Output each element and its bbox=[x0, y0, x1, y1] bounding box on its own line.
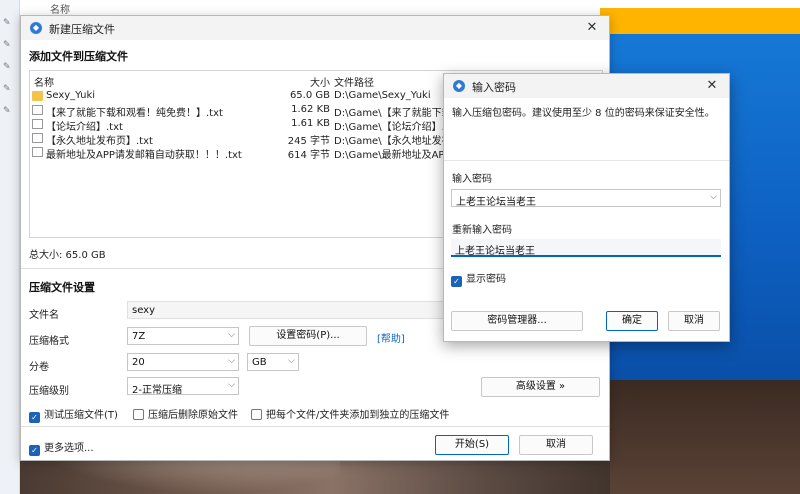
explorer-column-name: 名称 bbox=[50, 5, 70, 16]
settings-heading: 压缩文件设置 bbox=[29, 281, 95, 294]
checkbox-unchecked-icon bbox=[133, 409, 144, 420]
file-icon bbox=[32, 105, 43, 115]
checkbox-checked-icon: ✓ bbox=[29, 412, 40, 423]
folder-icon bbox=[32, 91, 43, 101]
background-window-edge bbox=[265, 0, 800, 8]
column-header-size[interactable]: 大小 bbox=[310, 74, 330, 89]
pin-icon: ✎ bbox=[3, 18, 11, 28]
password-input[interactable]: 上老王论坛当老王 ⌵ bbox=[451, 189, 721, 208]
checkbox-checked-icon: ✓ bbox=[29, 445, 40, 456]
checkbox-unchecked-icon bbox=[251, 409, 262, 420]
close-icon[interactable]: ✕ bbox=[581, 18, 603, 38]
window-title: 新建压缩文件 bbox=[49, 23, 115, 36]
set-password-button[interactable]: 设置密码(P)... bbox=[249, 326, 367, 346]
more-options-label: 更多选项... bbox=[44, 443, 94, 454]
column-header-path[interactable]: 文件路径 bbox=[334, 74, 374, 89]
filename-input[interactable]: sexy bbox=[127, 301, 445, 319]
cancel-button[interactable]: 取消 bbox=[519, 435, 593, 455]
explorer-side-panel: ✎ ✎ ✎ ✎ ✎ bbox=[0, 0, 20, 494]
column-header-name[interactable]: 名称 bbox=[34, 74, 54, 89]
chevron-down-icon: ⌵ bbox=[228, 356, 235, 366]
dialog-cancel-button[interactable]: 取消 bbox=[668, 311, 720, 331]
volume-unit: GB bbox=[252, 357, 267, 368]
confirm-password-label: 重新输入密码 bbox=[452, 225, 512, 236]
test-archive-label: 测试压缩文件(T) bbox=[44, 410, 118, 421]
show-password-checkbox[interactable]: ✓ 显示密码 bbox=[451, 270, 506, 287]
ok-button[interactable]: 确定 bbox=[606, 311, 658, 331]
volume-size-select[interactable]: 20 ⌵ bbox=[127, 353, 239, 371]
format-select[interactable]: 7Z ⌵ bbox=[127, 327, 239, 345]
dialog-title: 输入密码 bbox=[472, 81, 516, 94]
volume-unit-select[interactable]: GB ⌵ bbox=[247, 353, 299, 371]
separate-archives-checkbox[interactable]: 把每个文件/文件夹添加到独立的压缩文件 bbox=[251, 406, 449, 421]
file-name: Sexy_Yuki bbox=[46, 90, 96, 101]
file-icon bbox=[32, 133, 43, 143]
add-files-heading: 添加文件到压缩文件 bbox=[29, 50, 128, 63]
file-size: 1.61 KB bbox=[291, 118, 330, 129]
background-yellow-bar bbox=[600, 8, 800, 34]
volume-label: 分卷 bbox=[29, 362, 49, 373]
pin-icon: ✎ bbox=[3, 40, 11, 50]
pin-icon: ✎ bbox=[3, 106, 11, 116]
password-manager-button[interactable]: 密码管理器... bbox=[451, 311, 583, 331]
separate-archives-label: 把每个文件/文件夹添加到独立的压缩文件 bbox=[266, 410, 450, 421]
volume-value: 20 bbox=[132, 357, 145, 368]
chevron-down-icon: ⌵ bbox=[710, 192, 717, 202]
main-titlebar: ◆ 新建压缩文件 ✕ bbox=[21, 16, 609, 40]
file-icon bbox=[32, 119, 43, 129]
confirm-password-input[interactable]: 上老王论坛当老王 bbox=[451, 239, 721, 257]
password-description: 输入压缩包密码。建议使用至少 8 位的密码来保证安全性。 bbox=[452, 108, 715, 119]
more-options-checkbox[interactable]: ✓ 更多选项... bbox=[29, 439, 94, 456]
file-name: 最新地址及APP请发邮箱自动获取！！！.txt bbox=[46, 150, 242, 161]
help-link[interactable]: [帮助] bbox=[377, 330, 405, 345]
file-size: 1.62 KB bbox=[291, 104, 330, 115]
close-icon[interactable]: ✕ bbox=[701, 76, 723, 96]
password-label: 输入密码 bbox=[452, 174, 492, 185]
pin-icon: ✎ bbox=[3, 62, 11, 72]
chevron-down-icon: ⌵ bbox=[228, 330, 235, 340]
checkbox-checked-icon: ✓ bbox=[451, 276, 462, 287]
level-select[interactable]: 2-正常压缩 ⌵ bbox=[127, 377, 239, 396]
app-icon: ◆ bbox=[30, 22, 42, 34]
divider bbox=[444, 160, 729, 161]
delete-after-checkbox[interactable]: 压缩后删除原始文件 bbox=[133, 406, 238, 421]
file-size: 65.0 GB bbox=[289, 90, 330, 101]
format-value: 7Z bbox=[132, 331, 146, 342]
level-label: 压缩级别 bbox=[29, 386, 69, 397]
total-size: 总大小: 65.0 GB bbox=[29, 250, 106, 261]
chevron-down-icon: ⌵ bbox=[228, 380, 235, 390]
file-path: D:\Game\Sexy_Yuki bbox=[334, 90, 431, 101]
chevron-down-icon: ⌵ bbox=[288, 356, 295, 366]
filename-label: 文件名 bbox=[29, 310, 59, 321]
show-password-label: 显示密码 bbox=[466, 274, 506, 285]
password-value: 上老王论坛当老王 bbox=[456, 197, 536, 208]
divider bbox=[21, 426, 609, 427]
explorer-header-strip: 名称 bbox=[20, 0, 265, 16]
password-titlebar: ◆ 输入密码 ✕ bbox=[444, 74, 729, 98]
app-icon: ◆ bbox=[453, 80, 465, 92]
level-value: 2-正常压缩 bbox=[132, 385, 182, 396]
start-button[interactable]: 开始(S) bbox=[435, 435, 509, 455]
file-size: 614 字节 bbox=[287, 150, 330, 161]
file-icon bbox=[32, 147, 43, 157]
file-path: D:\Game\最新地址及APP bbox=[334, 150, 451, 161]
test-archive-checkbox[interactable]: ✓ 测试压缩文件(T) bbox=[29, 406, 118, 423]
delete-after-label: 压缩后删除原始文件 bbox=[148, 410, 238, 421]
format-label: 压缩格式 bbox=[29, 336, 69, 347]
advanced-settings-button[interactable]: 高级设置 » bbox=[481, 377, 600, 397]
password-dialog: ◆ 输入密码 ✕ 输入压缩包密码。建议使用至少 8 位的密码来保证安全性。 输入… bbox=[443, 73, 730, 342]
pin-icon: ✎ bbox=[3, 84, 11, 94]
